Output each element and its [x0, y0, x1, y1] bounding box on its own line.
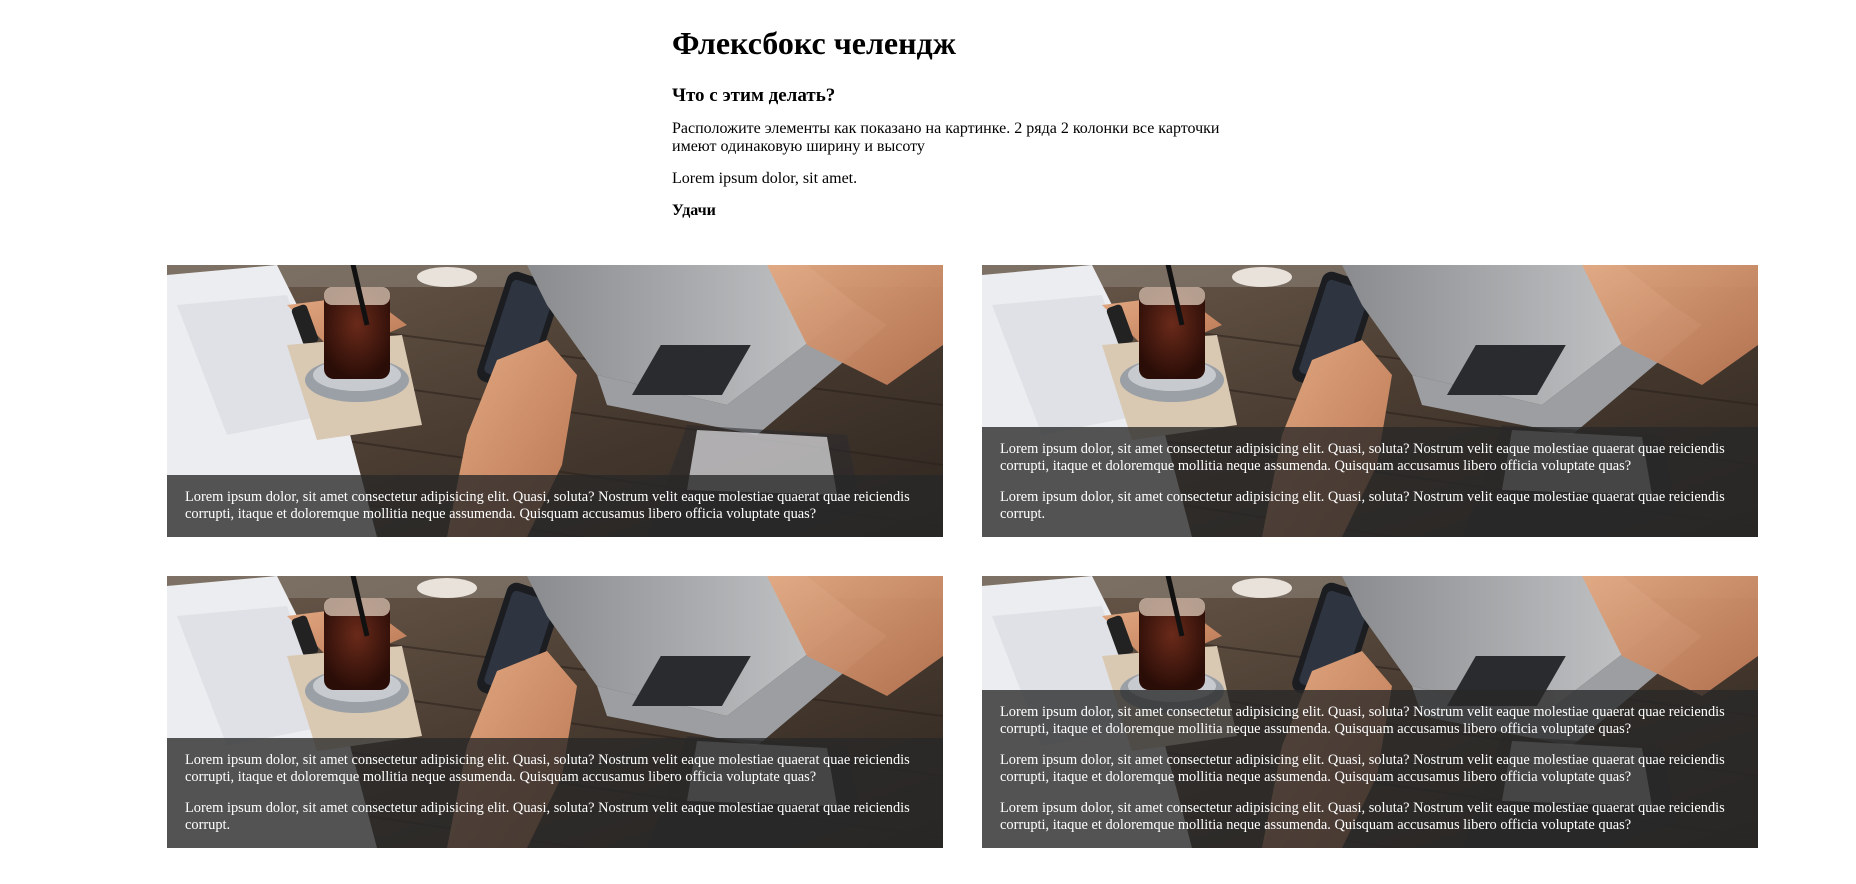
caption-paragraph: Lorem ipsum dolor, sit amet consectetur … — [1000, 489, 1725, 522]
caption-paragraph: Lorem ipsum dolor, sit amet consectetur … — [1000, 752, 1725, 785]
card: Lorem ipsum dolor, sit amet consectetur … — [982, 265, 1758, 537]
page-title: Флексбокс челендж — [672, 25, 956, 61]
caption-paragraph: Lorem ipsum dolor, sit amet consectetur … — [1000, 704, 1725, 737]
card: Lorem ipsum dolor, sit amet consectetur … — [167, 265, 943, 537]
cards-grid: Lorem ipsum dolor, sit amet consectetur … — [167, 265, 1758, 848]
caption-paragraph: Lorem ipsum dolor, sit amet consectetur … — [185, 752, 910, 785]
card-caption: Lorem ipsum dolor, sit amet consectetur … — [167, 738, 943, 848]
caption-paragraph: Lorem ipsum dolor, sit amet consectetur … — [1000, 800, 1725, 833]
caption-paragraph: Lorem ipsum dolor, sit amet consectetur … — [185, 489, 910, 522]
caption-paragraph: Lorem ipsum dolor, sit amet consectetur … — [1000, 441, 1725, 474]
page-subtitle: Что с этим делать? — [672, 85, 836, 106]
intro-section: Флексбокс челендж Что с этим делать? Рас… — [672, 20, 1232, 220]
card-caption: Lorem ipsum dolor, sit amet consectetur … — [982, 427, 1758, 537]
luck-text: Удачи — [672, 202, 716, 219]
card: Lorem ipsum dolor, sit amet consectetur … — [982, 576, 1758, 848]
card: Lorem ipsum dolor, sit amet consectetur … — [167, 576, 943, 848]
card-caption: Lorem ipsum dolor, sit amet consectetur … — [982, 690, 1758, 848]
card-caption: Lorem ipsum dolor, sit amet consectetur … — [167, 475, 943, 537]
caption-paragraph: Lorem ipsum dolor, sit amet consectetur … — [185, 800, 910, 833]
task-text: Расположите элементы как показано на кар… — [672, 120, 1220, 155]
lorem-text: Lorem ipsum dolor, sit amet. — [672, 170, 858, 187]
